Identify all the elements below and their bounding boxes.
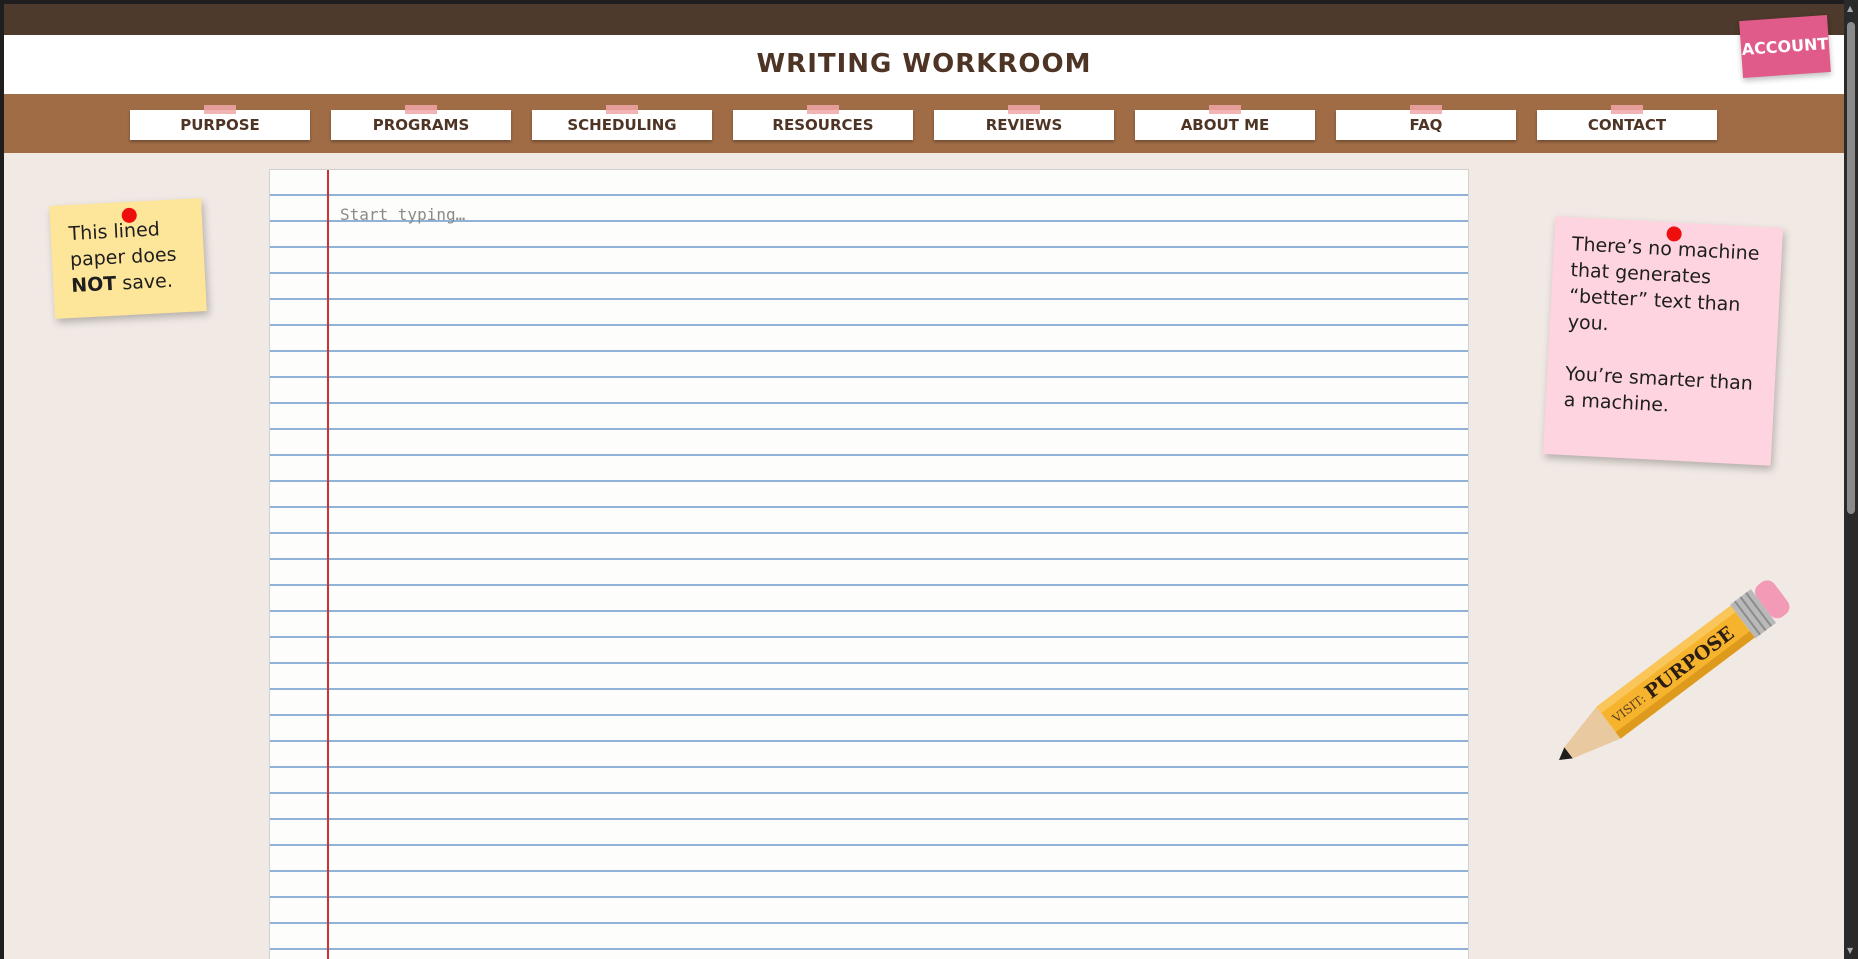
tape-decoration — [1410, 105, 1442, 114]
nav-item-purpose[interactable]: PURPOSE — [130, 105, 310, 140]
nav-item-label: PROGRAMS — [372, 116, 470, 134]
note-text-line: NOT save. — [71, 267, 190, 299]
nav-item-label: ABOUT ME — [1180, 116, 1270, 134]
nav-item-programs[interactable]: PROGRAMS — [331, 105, 511, 140]
scroll-down-icon[interactable]: ▼ — [1847, 946, 1853, 955]
main-navigation: PURPOSE PROGRAMS SCHEDULING RESOURCES RE… — [4, 94, 1844, 153]
browser-page: WRITING WORKROOM PURPOSE PROGRAMS SCHEDU… — [4, 4, 1844, 959]
vertical-scrollbar[interactable]: ▲ ▼ — [1844, 0, 1858, 959]
nav-item-label: PURPOSE — [180, 116, 260, 134]
pencil-icon: VISIT: PURPOSE — [1559, 580, 1790, 760]
nav-item-label: SCHEDULING — [567, 116, 677, 134]
tape-decoration — [807, 105, 839, 114]
tape-decoration — [1008, 105, 1040, 114]
scrollbar-thumb[interactable] — [1847, 22, 1855, 514]
lined-paper[interactable] — [269, 169, 1469, 959]
sticky-note-encouragement: There’s no machine that generates “bette… — [1542, 216, 1784, 466]
nav-item-resources[interactable]: RESOURCES — [733, 105, 913, 140]
paper-margin-line — [327, 170, 329, 959]
nav-item-label: CONTACT — [1587, 116, 1667, 134]
note-emphasis: NOT — [70, 272, 117, 297]
tape-decoration — [204, 105, 236, 114]
nav-item-contact[interactable]: CONTACT — [1537, 105, 1717, 140]
nav-item-label: FAQ — [1409, 116, 1443, 134]
site-header: WRITING WORKROOM — [4, 35, 1844, 94]
pencil-link-purpose[interactable]: VISIT: PURPOSE — [1549, 574, 1819, 774]
tape-decoration — [405, 105, 437, 114]
tape-decoration — [1611, 105, 1643, 114]
tape-decoration — [1209, 105, 1241, 114]
account-button[interactable]: ACCOUNT — [1739, 15, 1831, 78]
nav-item-about-me[interactable]: ABOUT ME — [1135, 105, 1315, 140]
writing-input[interactable] — [340, 202, 1440, 226]
sticky-note-save-warning: This lined paper does NOT save. — [49, 198, 207, 319]
nav-item-label: RESOURCES — [772, 116, 874, 134]
site-title: WRITING WORKROOM — [756, 49, 1092, 79]
nav-item-scheduling[interactable]: SCHEDULING — [532, 105, 712, 140]
note-text: save. — [115, 269, 174, 295]
nav-item-label: REVIEWS — [985, 116, 1063, 134]
top-strip — [4, 4, 1844, 35]
scroll-up-icon[interactable]: ▲ — [1847, 4, 1853, 13]
nav-item-reviews[interactable]: REVIEWS — [934, 105, 1114, 140]
nav-item-faq[interactable]: FAQ — [1336, 105, 1516, 140]
tape-decoration — [606, 105, 638, 114]
